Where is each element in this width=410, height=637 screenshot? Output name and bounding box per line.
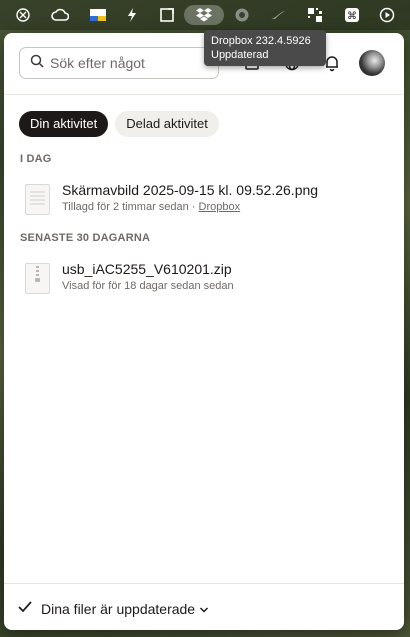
section-title-today: I DAG xyxy=(20,153,52,165)
qr-icon[interactable] xyxy=(305,5,325,25)
file-name: Skärmavbild 2025-09-15 kl. 09.52.26.png xyxy=(62,182,319,198)
dropbox-icon[interactable] xyxy=(184,5,224,25)
sync-status-text: Dina filer är uppdaterade xyxy=(41,600,196,617)
command-icon[interactable]: ⌘ xyxy=(342,5,362,25)
svg-text:⌘: ⌘ xyxy=(347,11,357,22)
creative-cloud-icon[interactable] xyxy=(50,5,70,25)
sync-status-button[interactable]: Dina filer är uppdaterade xyxy=(17,600,209,617)
play-icon[interactable] xyxy=(377,5,397,25)
section-title-last-30-days: SENASTE 30 DAGARNA xyxy=(20,232,151,244)
avatar[interactable] xyxy=(359,50,385,76)
activity-tabs: Din aktivitet Delad aktivitet xyxy=(19,111,219,137)
search-input[interactable] xyxy=(50,55,210,71)
checkmark-icon xyxy=(17,600,33,617)
chevron-down-icon xyxy=(199,601,209,617)
tab-din-aktivitet[interactable]: Din aktivitet xyxy=(19,111,109,137)
tooltip-status: Uppdaterad xyxy=(211,49,269,61)
openai-icon[interactable] xyxy=(13,5,33,25)
tab-delad-aktivitet[interactable]: Delad aktivitet xyxy=(115,111,219,137)
dropbox-panel: Din aktivitet Delad aktivitet I DAG Skär… xyxy=(4,33,404,630)
file-name: usb_iAC5255_V610201.zip xyxy=(62,261,232,277)
resize-icon[interactable] xyxy=(157,5,177,25)
flag-icon[interactable] xyxy=(88,5,108,25)
bolt-icon[interactable] xyxy=(122,5,142,25)
camera-icon[interactable] xyxy=(232,5,252,25)
file-meta: Tillagd för 2 timmar sedan · Dropbox xyxy=(62,201,240,213)
file-meta: Visad för för 18 dagar sedan sedan xyxy=(62,280,234,292)
list-item[interactable]: usb_iAC5255_V610201.zip Visad för för 18… xyxy=(4,261,404,305)
dropbox-link[interactable]: Dropbox xyxy=(199,201,241,213)
panel-footer: Dina filer är uppdaterade xyxy=(4,583,404,630)
list-item[interactable]: Skärmavbild 2025-09-15 kl. 09.52.26.png … xyxy=(4,182,404,226)
menu-bar: ⌘ xyxy=(0,0,410,30)
file-meta-text: Tillagd för 2 timmar sedan · xyxy=(62,201,199,213)
file-meta-text: Visad för för 18 dagar sedan sedan xyxy=(62,280,234,292)
tooltip-version: Dropbox 232.4.5926 xyxy=(211,35,311,47)
swoosh-icon[interactable] xyxy=(268,5,288,25)
search-icon xyxy=(30,54,44,73)
image-file-icon xyxy=(25,184,50,215)
search-box[interactable] xyxy=(19,47,219,79)
zip-file-icon xyxy=(25,263,50,294)
dropbox-tooltip: Dropbox 232.4.5926 Uppdaterad xyxy=(204,30,326,66)
